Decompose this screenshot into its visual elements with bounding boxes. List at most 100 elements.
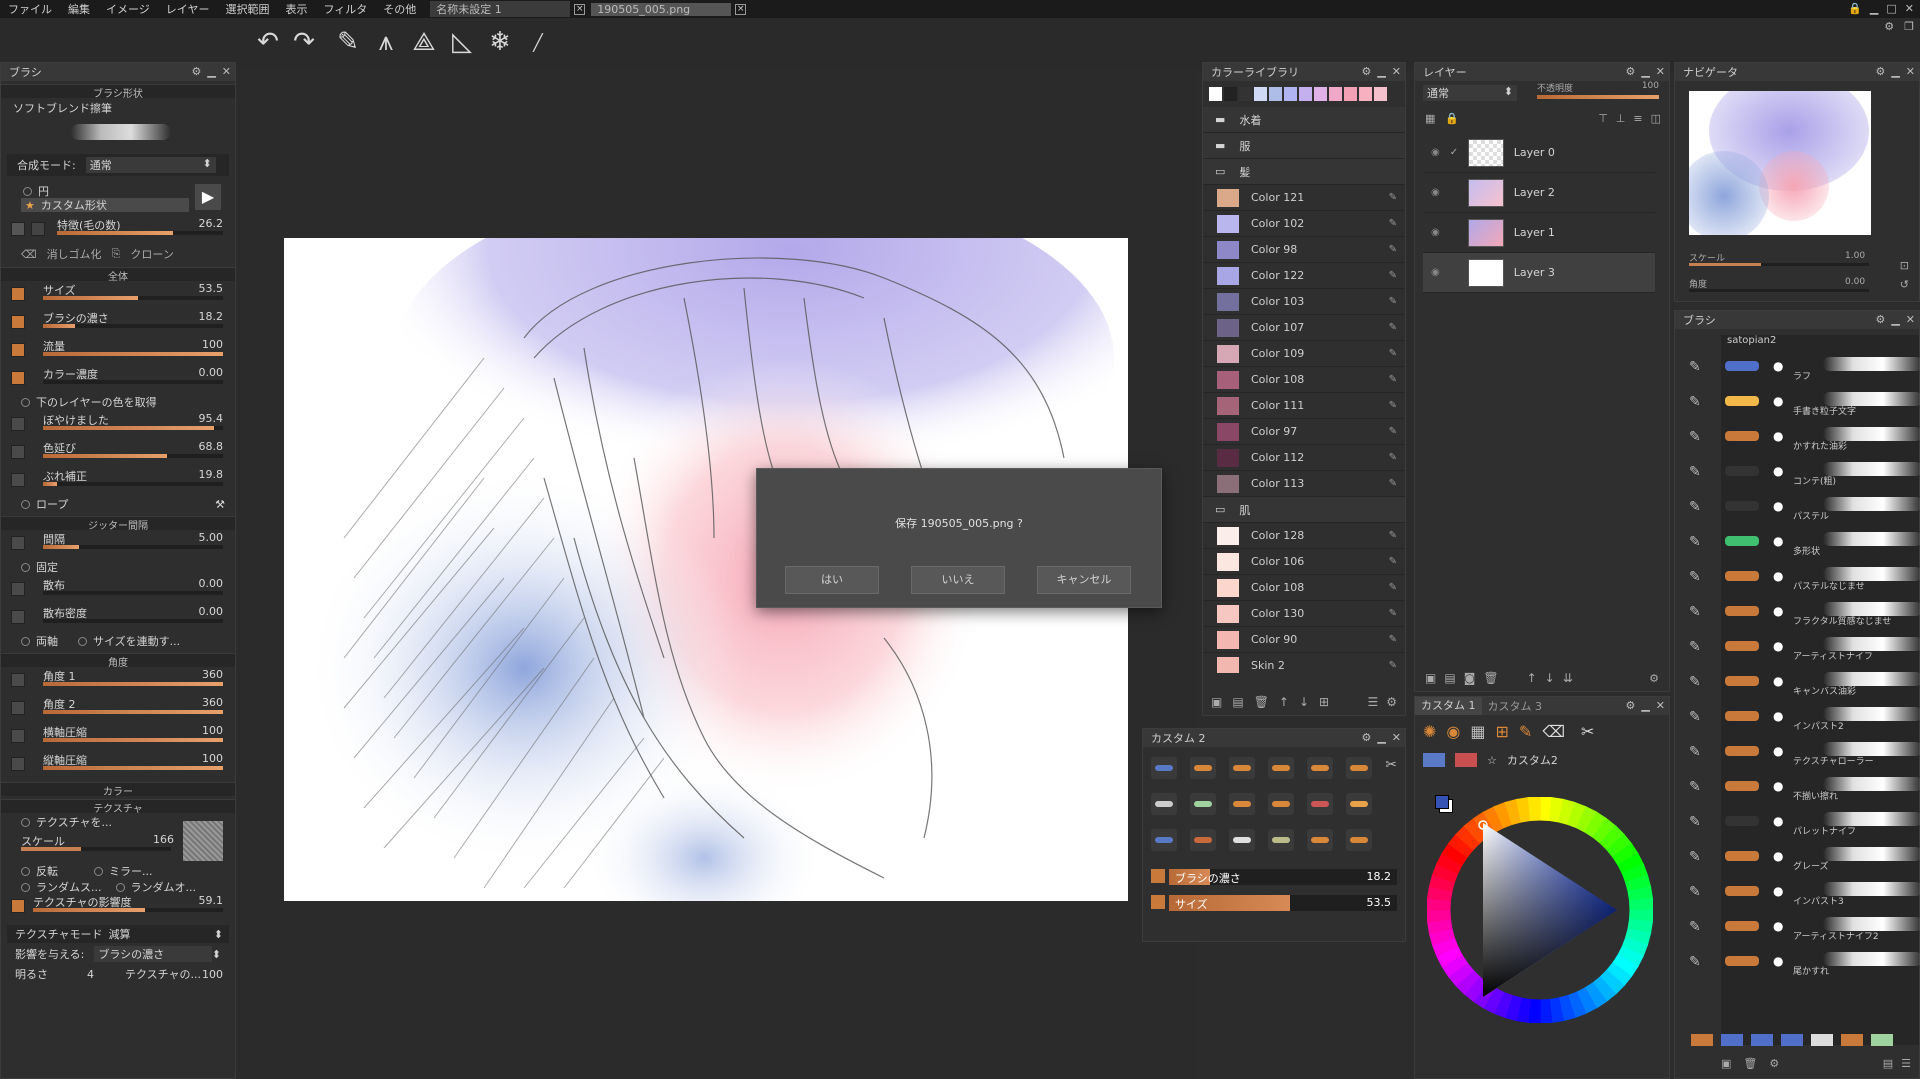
color-swatch-item[interactable]: Color 106 ✎: [1203, 549, 1405, 575]
brush-slider[interactable]: 角度 2 360: [7, 695, 229, 723]
custom-brush-icon[interactable]: [1190, 793, 1216, 815]
brush-slider[interactable]: 間隔 5.00: [7, 530, 229, 558]
color-folder[interactable]: ▭ 髪: [1203, 159, 1405, 185]
radio-icon[interactable]: [94, 866, 103, 876]
close-icon[interactable]: ✕: [1906, 65, 1915, 78]
quick-swatch[interactable]: [1359, 87, 1372, 101]
color-swatch-item[interactable]: Color 128 ✎: [1203, 523, 1405, 549]
slider-track[interactable]: [43, 591, 223, 595]
brush-item[interactable]: ✎ ● 尾かすれ: [1675, 946, 1920, 981]
edit-pen-icon[interactable]: ✎: [1389, 400, 1397, 411]
gear-icon[interactable]: ⚙: [1649, 672, 1659, 685]
slider-track[interactable]: [43, 380, 223, 384]
brush-category-icon[interactable]: ✎: [1689, 639, 1701, 655]
brush-preset-icon[interactable]: [1871, 1034, 1893, 1046]
checkbox[interactable]: [11, 673, 25, 687]
custom-brush-icon[interactable]: [1151, 757, 1177, 779]
symmetry-icon[interactable]: ⩚: [370, 26, 402, 58]
lock-icon[interactable]: 🔒: [1445, 112, 1459, 125]
clone-label[interactable]: クローン: [130, 246, 173, 262]
minimize-icon[interactable]: ▁: [1891, 313, 1899, 326]
gear-icon[interactable]: ⚙: [1875, 313, 1885, 326]
check-icon[interactable]: ✓: [1450, 147, 1458, 158]
folder-icon[interactable]: ▤: [1444, 671, 1455, 685]
star-outline-icon[interactable]: ☆: [1487, 754, 1497, 767]
brush-preset-icon[interactable]: [1781, 1034, 1803, 1046]
layer-row[interactable]: ◉ Layer 3: [1423, 253, 1655, 293]
affect-select[interactable]: ブラシの濃さ: [94, 946, 213, 962]
gear-icon[interactable]: ⚙: [1625, 699, 1635, 712]
quick-swatch[interactable]: [1329, 87, 1342, 101]
list-view-icon[interactable]: ☰: [1367, 695, 1378, 709]
brush-slider[interactable]: ぼやけました 95.4: [7, 411, 229, 439]
quick-swatch[interactable]: [1284, 87, 1297, 101]
color-swatch-item[interactable]: Skin 2 ✎: [1203, 653, 1405, 673]
brush-category-icon[interactable]: ✎: [1689, 709, 1701, 725]
edit-pen-icon[interactable]: ✎: [1389, 556, 1397, 567]
tools-icon[interactable]: ✂: [1581, 722, 1594, 741]
brush-category-icon[interactable]: ✎: [1689, 359, 1701, 375]
color-swatch-item[interactable]: Color 112 ✎: [1203, 445, 1405, 471]
shape-preview-button[interactable]: ▶: [195, 184, 221, 210]
color-swatch-item[interactable]: Color 102 ✎: [1203, 211, 1405, 237]
checkbox[interactable]: [11, 610, 25, 624]
brush-item[interactable]: ✎ ● パステルなじませ: [1675, 561, 1920, 596]
color-swatch-item[interactable]: Color 111 ✎: [1203, 393, 1405, 419]
brush-item[interactable]: ✎ ● パステル: [1675, 491, 1920, 526]
brush-slider[interactable]: 流量 100: [7, 337, 229, 365]
brush-item[interactable]: ✎ ● キャンバス油彩: [1675, 666, 1920, 701]
edit-pen-icon[interactable]: ✎: [1389, 322, 1397, 333]
tab-custom-3[interactable]: カスタム 3: [1482, 698, 1549, 714]
radio-icon[interactable]: [21, 882, 30, 892]
gear-icon[interactable]: ⚙: [1625, 65, 1635, 78]
folder-icon[interactable]: ▤: [1232, 695, 1243, 709]
close-icon[interactable]: ✕: [1392, 65, 1401, 78]
brightness-row[interactable]: 明るさ 4 テクスチャの... 100: [7, 965, 229, 983]
arrow-up-icon[interactable]: ↑: [1527, 671, 1537, 685]
brush-preset-icon[interactable]: [1841, 1034, 1863, 1046]
brush-slider[interactable]: 散布 0.00: [7, 576, 229, 604]
brush-slider[interactable]: サイズ 53.5: [7, 281, 229, 309]
quick-swatch[interactable]: [1269, 87, 1282, 101]
eye-icon[interactable]: ◉: [1431, 227, 1440, 238]
lock-icon[interactable]: 🔒: [1848, 2, 1862, 15]
ruler-icon[interactable]: ◺: [446, 26, 478, 58]
custom-brush-icon[interactable]: [1307, 793, 1333, 815]
color-folder[interactable]: ▬ 服: [1203, 133, 1405, 159]
gear-icon[interactable]: ⚙: [1361, 731, 1371, 744]
texture-mode-select[interactable]: テクスチャモード 減算 ⬍: [7, 925, 229, 943]
merge-icon[interactable]: ⇊: [1563, 671, 1573, 685]
brush-category-icon[interactable]: ✎: [1689, 674, 1701, 690]
brush-category-icon[interactable]: ✎: [1689, 954, 1701, 970]
brush-slider[interactable]: 角度 1 360: [7, 667, 229, 695]
gear-icon[interactable]: ⚙: [191, 65, 201, 78]
color-swatch-item[interactable]: Color 108 ✎: [1203, 575, 1405, 601]
scale-track[interactable]: [21, 847, 171, 851]
minimize-icon[interactable]: ▁: [207, 65, 215, 78]
custom-brush-icon[interactable]: [1307, 757, 1333, 779]
edit-pen-icon[interactable]: ✎: [1389, 192, 1397, 203]
layer-row[interactable]: ◉ ✓ Layer 0: [1423, 133, 1655, 173]
checkbox[interactable]: [11, 582, 25, 596]
slider-track[interactable]: [43, 545, 223, 549]
checkbox[interactable]: [31, 222, 45, 236]
quick-swatch[interactable]: [1209, 87, 1222, 101]
custom-brush-icon[interactable]: [1229, 793, 1255, 815]
fit-icon[interactable]: ⊡: [1900, 259, 1909, 272]
pressure-icon[interactable]: [1151, 869, 1165, 883]
custom-brush-icon[interactable]: [1151, 793, 1177, 815]
color-folder[interactable]: ▬ 水着: [1203, 107, 1405, 133]
color-swatch-item[interactable]: Color 107 ✎: [1203, 315, 1405, 341]
brush-category-icon[interactable]: ✎: [1689, 394, 1701, 410]
arrow-down-icon[interactable]: ↓: [1299, 695, 1309, 709]
trash-icon[interactable]: 🗑: [1743, 1057, 1757, 1070]
fractal-brush-icon[interactable]: ✺: [1423, 722, 1436, 741]
color-folder[interactable]: ▭ 肌: [1203, 497, 1405, 523]
quick-swatch[interactable]: [1254, 87, 1267, 101]
slider-track[interactable]: [43, 682, 223, 686]
edit-pen-icon[interactable]: ✎: [1389, 426, 1397, 437]
brush-item[interactable]: ✎ ● インパスト3: [1675, 876, 1920, 911]
grid-icon[interactable]: ▦: [1470, 722, 1485, 741]
custom-density-slider[interactable]: ブラシの濃さ 18.2: [1151, 867, 1397, 889]
eraser-label[interactable]: 消しゴム化: [47, 246, 102, 262]
